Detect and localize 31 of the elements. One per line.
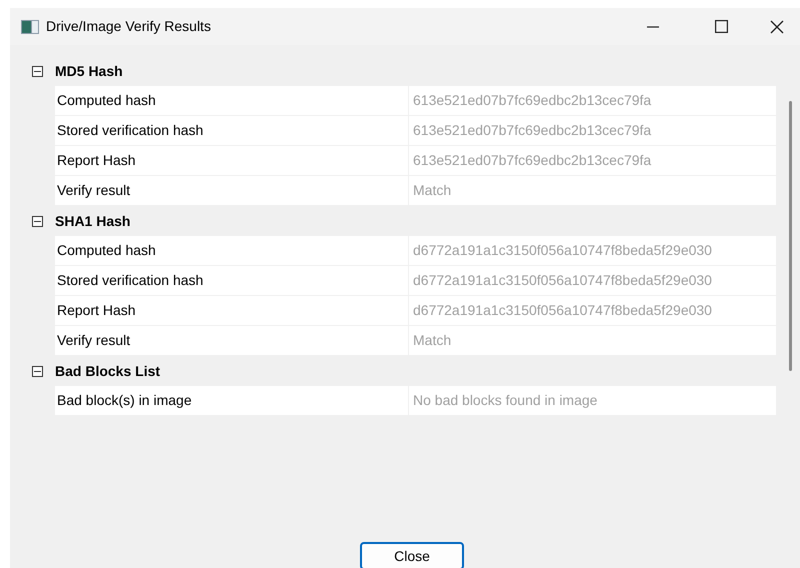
expand-toggle[interactable] bbox=[32, 216, 43, 226]
property-value: d6772a191a1c3150f056a10747f8beda5f29e030 bbox=[409, 266, 776, 295]
property-value: 613e521ed07b7fc69edbc2b13cec79fa bbox=[409, 86, 776, 115]
section-title: MD5 Hash bbox=[55, 62, 123, 80]
close-icon bbox=[770, 20, 784, 34]
scrollbar-thumb[interactable] bbox=[788, 101, 792, 371]
section-title: Bad Blocks List bbox=[55, 362, 160, 380]
minimize-icon bbox=[647, 26, 659, 28]
close-button[interactable]: Close bbox=[360, 542, 464, 568]
property-name: Stored verification hash bbox=[55, 266, 409, 295]
property-value: 613e521ed07b7fc69edbc2b13cec79fa bbox=[409, 116, 776, 145]
property-name: Report Hash bbox=[55, 146, 409, 175]
expand-toggle[interactable] bbox=[32, 66, 43, 76]
property-value: 613e521ed07b7fc69edbc2b13cec79fa bbox=[409, 146, 776, 175]
property-value: Match bbox=[409, 326, 776, 355]
property-name: Verify result bbox=[55, 326, 409, 355]
app-icon bbox=[21, 20, 39, 34]
property-name: Computed hash bbox=[55, 236, 409, 265]
property-name: Computed hash bbox=[55, 86, 409, 115]
property-value: d6772a191a1c3150f056a10747f8beda5f29e030 bbox=[409, 236, 776, 265]
property-value: Match bbox=[409, 176, 776, 205]
window-title: Drive/Image Verify Results bbox=[46, 17, 211, 36]
property-name: Verify result bbox=[55, 176, 409, 205]
property-name: Stored verification hash bbox=[55, 116, 409, 145]
property-name: Bad block(s) in image bbox=[55, 386, 409, 415]
property-name: Report Hash bbox=[55, 296, 409, 325]
section-title: SHA1 Hash bbox=[55, 212, 130, 230]
property-value: d6772a191a1c3150f056a10747f8beda5f29e030 bbox=[409, 296, 776, 325]
expand-toggle[interactable] bbox=[32, 366, 43, 376]
property-value: No bad blocks found in image bbox=[409, 386, 776, 415]
maximize-icon bbox=[714, 20, 728, 33]
